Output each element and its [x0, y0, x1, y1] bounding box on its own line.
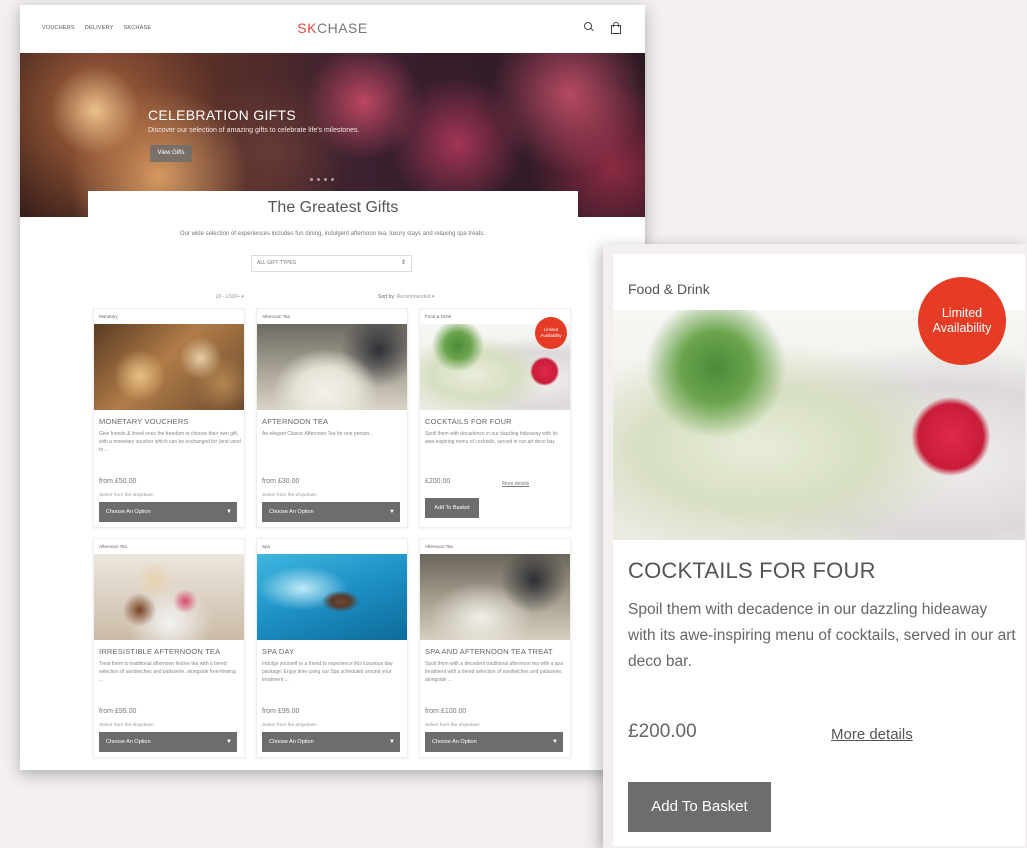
product-description: An elegant Classic Afternoon Tea for one…	[262, 431, 371, 437]
zoomed-product-callout: Food & Drink Limited Availability COCKTA…	[603, 244, 1027, 848]
select-hint: Select from the dropdown	[425, 723, 480, 728]
product-card[interactable]: Afternoon Tea IRRESISTIBLE AFTERNOON TEA…	[93, 538, 245, 758]
sort-value: Recommended ▾	[396, 294, 435, 300]
product-category: Monetary	[99, 314, 118, 319]
nav-icons	[583, 21, 621, 34]
choose-option-label: Choose An Option	[106, 739, 151, 745]
sort-filter[interactable]: Sort by: Recommended ▾	[378, 294, 434, 300]
product-card[interactable]: Monetary MONETARY VOUCHERS Give friends …	[93, 308, 245, 528]
dropdown-arrow-icon: ▼	[552, 739, 558, 745]
product-title[interactable]: MONETARY VOUCHERS	[99, 417, 189, 426]
product-description: Treat them to traditional afternoon fest…	[99, 661, 236, 683]
product-price: £200.00	[425, 478, 451, 485]
dropdown-arrow-icon: ▼	[226, 509, 232, 515]
carousel-dots[interactable]	[310, 178, 334, 181]
product-category: Food & Drink	[628, 281, 710, 297]
add-to-basket-button[interactable]: Add To Basket	[425, 498, 479, 518]
site-logo[interactable]: SKCHASE	[20, 20, 645, 36]
product-description: Indulge yourself or a friend to experien…	[262, 661, 393, 683]
product-price: from £50.00	[99, 478, 137, 485]
product-title[interactable]: SPA DAY	[262, 647, 294, 656]
choose-option-select[interactable]: Choose An Option ▼	[262, 502, 400, 522]
product-category: Spa	[262, 544, 271, 549]
zoomed-product-card[interactable]: Food & Drink Limited Availability COCKTA…	[613, 254, 1025, 846]
select-hint: Select from the dropdown	[262, 493, 317, 498]
price-filter[interactable]: £0 - £300+ ▾	[216, 294, 244, 300]
product-title[interactable]: COCKTAILS FOR FOUR	[425, 417, 512, 426]
product-image[interactable]	[94, 324, 244, 410]
view-gifts-button[interactable]: View Gifts	[150, 145, 192, 162]
product-price: £200.00	[628, 721, 697, 742]
product-image[interactable]	[257, 554, 407, 640]
section-heading: The Greatest Gifts	[267, 199, 399, 216]
choose-option-select[interactable]: Choose An Option ▼	[99, 732, 237, 752]
product-category: Afternoon Tea	[425, 544, 453, 549]
product-category: Afternoon Tea	[262, 314, 290, 319]
choose-option-label: Choose An Option	[269, 509, 314, 515]
section-intro: Our wide selection of experiences includ…	[179, 231, 486, 237]
select-hint: Select from the dropdown	[262, 723, 317, 728]
product-price: from £95.00	[262, 708, 300, 715]
gift-type-value: ALL GIFT TYPES	[257, 260, 297, 266]
heading-box: The Greatest Gifts	[88, 191, 578, 231]
logo-rest: CHASE	[316, 20, 368, 36]
top-navigation: VOUCHERS DELIVERY SKCHASE SKCHASE	[20, 5, 645, 53]
dropdown-arrow-icon: ▼	[389, 739, 395, 745]
choose-option-select[interactable]: Choose An Option ▼	[99, 502, 237, 522]
select-hint: Select from the dropdown	[99, 493, 154, 498]
product-title[interactable]: SPA AND AFTERNOON TEA TREAT	[425, 647, 553, 656]
product-description: Spoil them with decadence in our dazzlin…	[425, 431, 558, 445]
product-card[interactable]: Afternoon Tea SPA AND AFTERNOON TEA TREA…	[419, 538, 571, 758]
limited-availability-badge: Limited Availability	[918, 277, 1006, 365]
select-hint: Select from the dropdown	[99, 723, 154, 728]
product-title[interactable]: AFTERNOON TEA	[262, 417, 328, 426]
badge-line-2: Availability	[932, 321, 992, 335]
product-description: Give friends & loved ones the freedom to…	[99, 431, 241, 453]
badge-line-1: Limited	[941, 306, 983, 320]
add-to-basket-button[interactable]: Add To Basket	[628, 782, 771, 832]
choose-option-select[interactable]: Choose An Option ▼	[425, 732, 563, 752]
product-category: Afternoon Tea	[99, 544, 127, 549]
product-title[interactable]: COCKTAILS FOR FOUR	[628, 558, 876, 584]
dropdown-arrow-icon: ▼	[226, 739, 232, 745]
logo-accent: SK	[297, 20, 317, 36]
product-title[interactable]: IRRESISTIBLE AFTERNOON TEA	[99, 647, 220, 656]
product-image[interactable]	[420, 554, 570, 640]
product-description: Spoil them with decadence in our dazzlin…	[628, 601, 1016, 670]
choose-option-label: Choose An Option	[269, 739, 314, 745]
product-card[interactable]: Spa SPA DAY Indulge yourself or a friend…	[256, 538, 408, 758]
website-page: VOUCHERS DELIVERY SKCHASE SKCHASE CELEBR…	[20, 5, 645, 770]
hero-subtitle: Discover our selection of amazing gifts …	[148, 127, 360, 134]
product-image[interactable]	[257, 324, 407, 410]
gift-type-select[interactable]: ALL GIFT TYPES ⇕	[251, 255, 412, 272]
product-card[interactable]: Food & Drink Limited Availability COCKTA…	[419, 308, 571, 528]
product-image[interactable]	[94, 554, 244, 640]
more-details-link[interactable]: More details	[831, 726, 913, 743]
select-arrows-icon: ⇕	[400, 260, 406, 266]
hero-title: CELEBRATION GIFTS	[148, 107, 296, 123]
dropdown-arrow-icon: ▼	[389, 509, 395, 515]
product-category: Food & Drink	[425, 314, 452, 319]
choose-option-label: Choose An Option	[106, 509, 151, 515]
product-price: from £95.00	[99, 708, 137, 715]
product-card[interactable]: Afternoon Tea AFTERNOON TEA An elegant C…	[256, 308, 408, 528]
product-price: from £100.00	[425, 708, 467, 715]
product-price: from £30.00	[262, 478, 300, 485]
basket-icon[interactable]	[609, 21, 621, 34]
search-icon[interactable]	[583, 21, 595, 33]
choose-option-select[interactable]: Choose An Option ▼	[262, 732, 400, 752]
product-description: Spoil them with a decadent traditional a…	[425, 661, 563, 683]
choose-option-label: Choose An Option	[432, 739, 477, 745]
sort-label: Sort by:	[378, 294, 396, 300]
limited-availability-badge: Limited Availability	[535, 317, 567, 349]
more-details-link[interactable]: More details	[502, 481, 529, 487]
